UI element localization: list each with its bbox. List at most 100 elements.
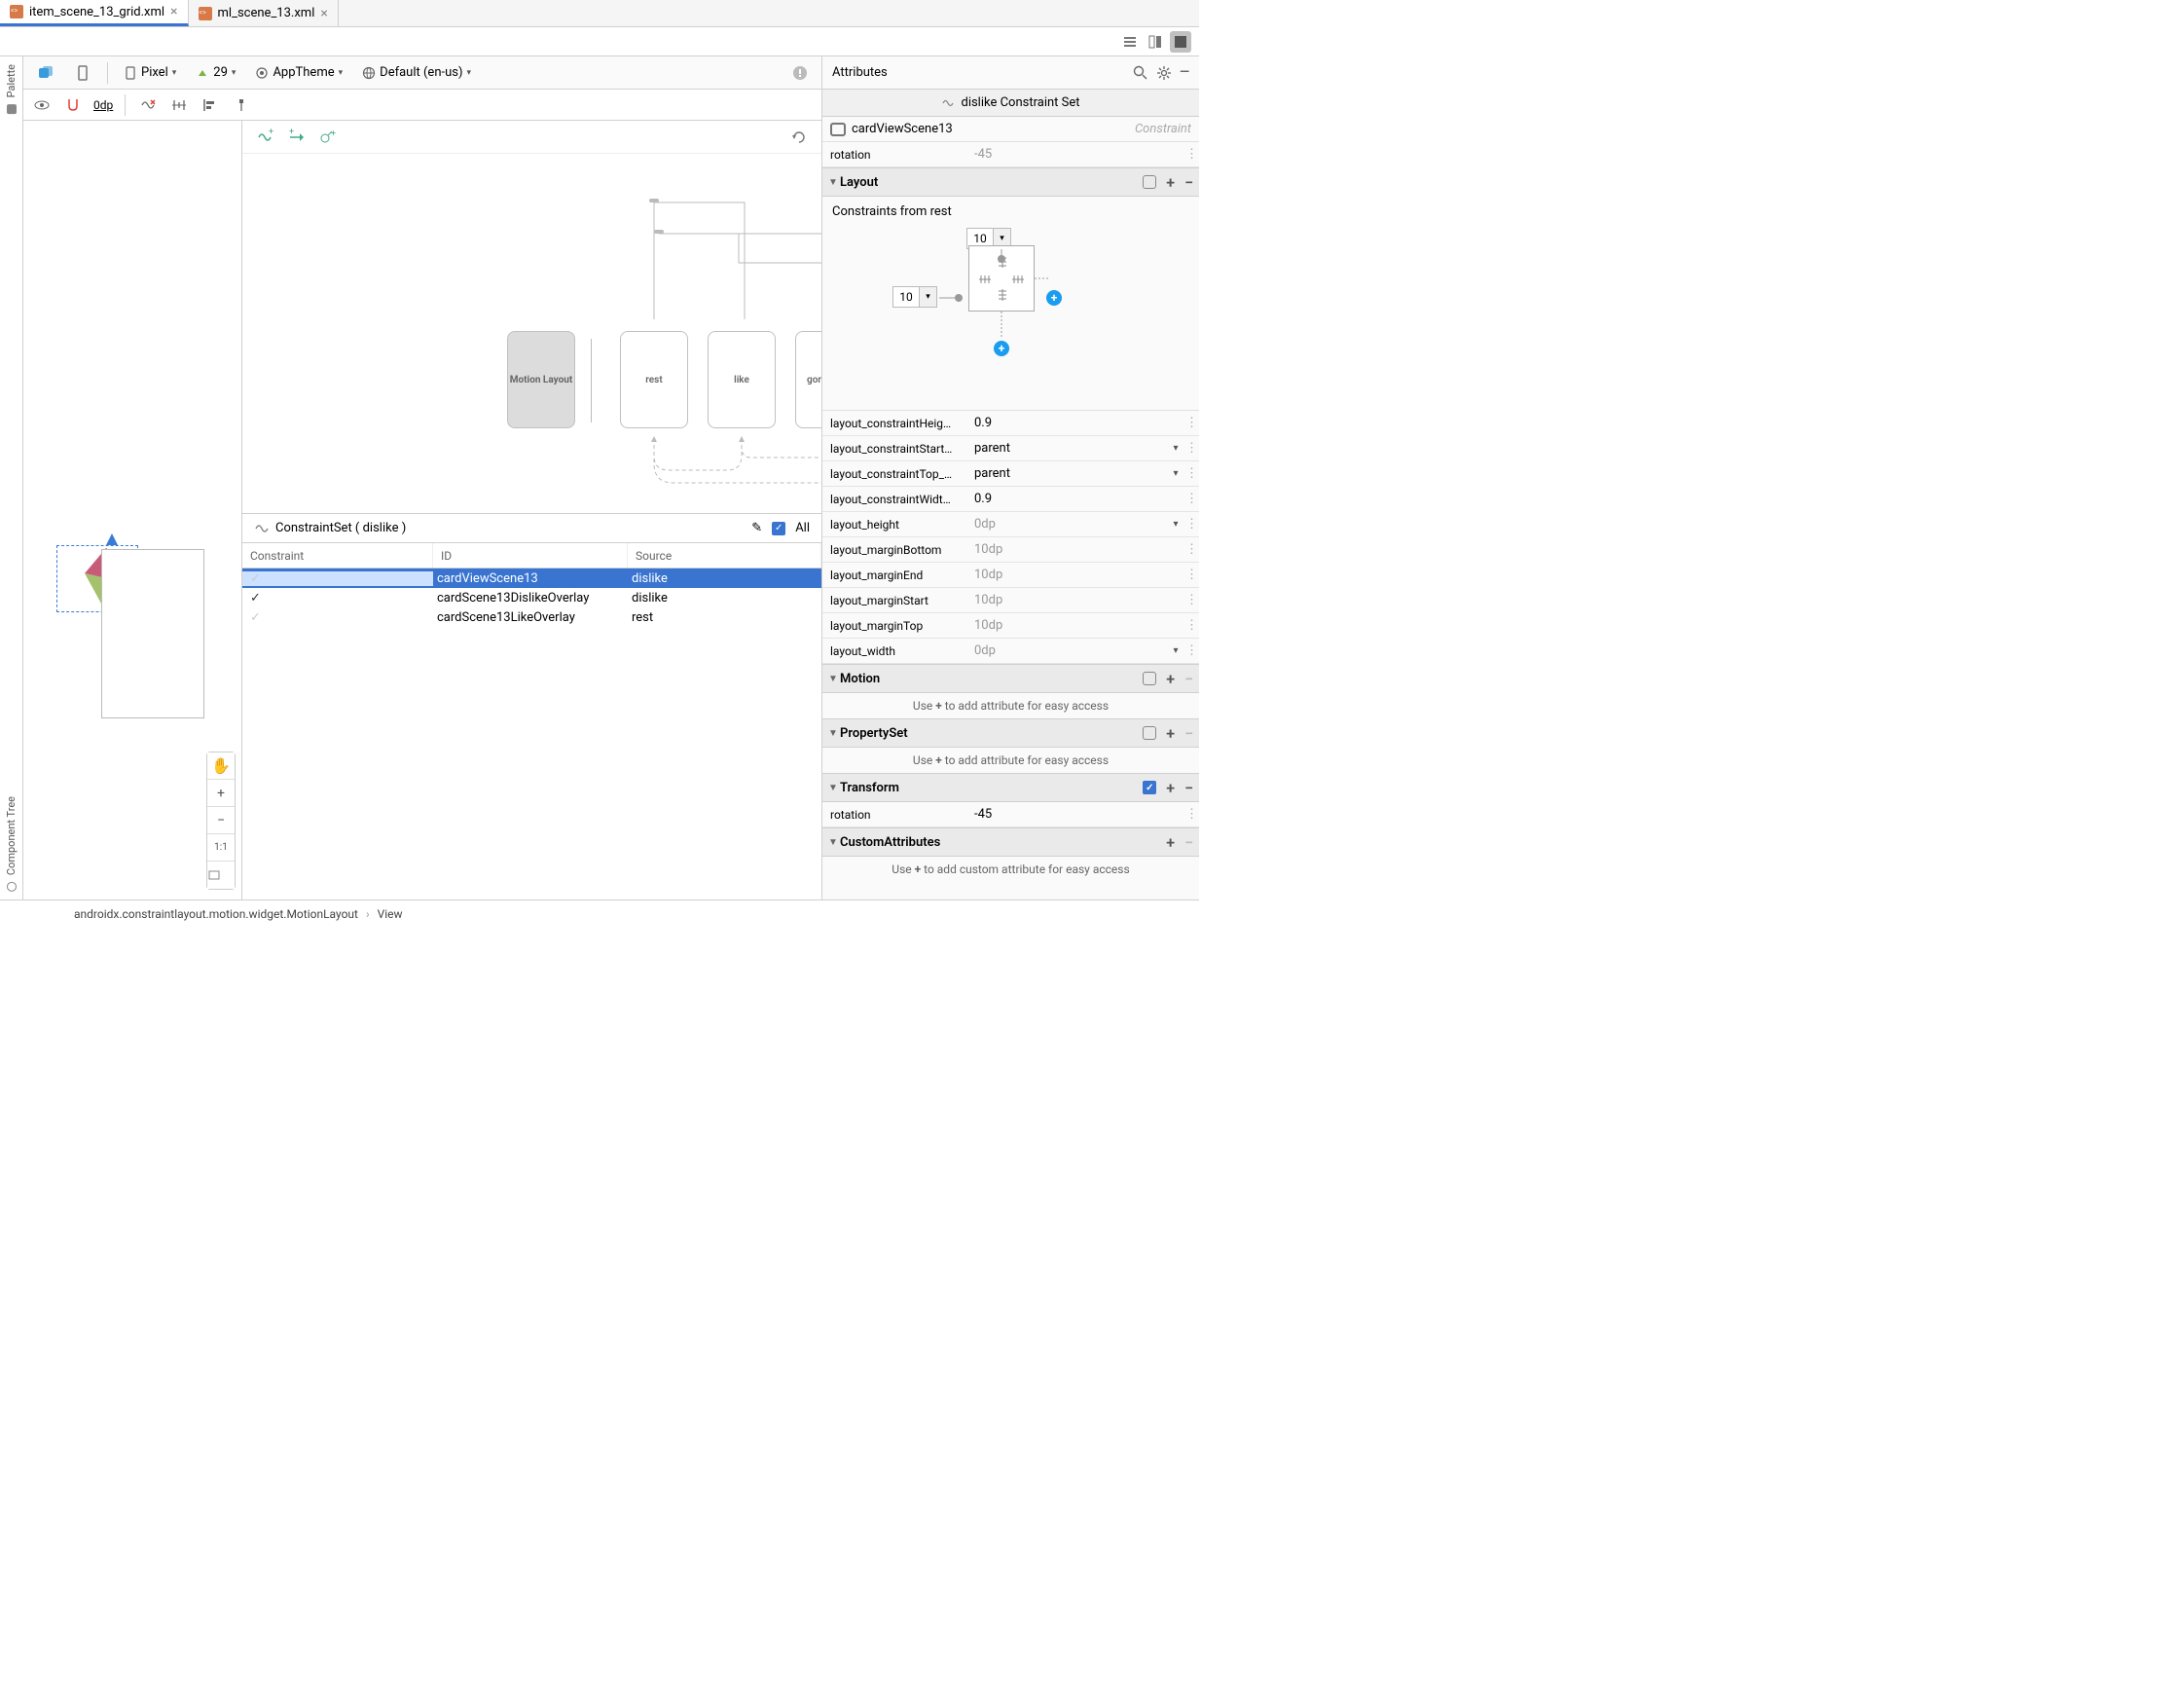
more-icon[interactable]: ⋮ — [1185, 441, 1199, 456]
split-view-button[interactable] — [1145, 31, 1166, 53]
section-layout[interactable]: ▼ Layout + − — [822, 167, 1199, 197]
tab-ml-scene-13[interactable]: ml_scene_13.xml × — [189, 0, 339, 26]
add-icon[interactable]: + — [1166, 724, 1175, 743]
add-icon[interactable]: + — [1166, 833, 1175, 852]
attr-input[interactable] — [974, 517, 1158, 532]
remove-icon[interactable]: − — [1184, 779, 1193, 797]
infer-constraints-button[interactable] — [168, 94, 190, 116]
all-checkbox[interactable]: ✓ — [772, 522, 785, 535]
add-constraint-right[interactable]: + — [1046, 290, 1062, 306]
attr-input[interactable] — [974, 643, 1158, 658]
add-icon[interactable]: + — [1166, 670, 1175, 688]
state-goneright[interactable]: goneRight — [795, 331, 821, 428]
more-icon[interactable]: ⋮ — [1185, 618, 1199, 633]
design-view-button[interactable] — [1170, 31, 1191, 53]
remove-icon[interactable]: − — [1184, 724, 1193, 743]
theme-select[interactable]: AppTheme▾ — [249, 62, 348, 83]
add-constraintset-button[interactable]: + — [254, 127, 275, 148]
more-icon[interactable]: ⋮ — [1185, 593, 1199, 607]
remove-icon[interactable]: − — [1184, 173, 1193, 192]
margin-left-input[interactable]: ▾ — [892, 286, 939, 308]
section-propertyset[interactable]: ▼PropertySet +− — [822, 718, 1199, 748]
more-icon[interactable]: ⋮ — [1185, 147, 1199, 162]
attr-input[interactable] — [974, 492, 1178, 506]
table-row[interactable]: ✓ cardScene13LikeOverlay rest — [242, 607, 821, 627]
palette-button[interactable]: Palette — [5, 64, 18, 114]
more-icon[interactable]: ⋮ — [1185, 568, 1199, 582]
add-icon[interactable]: + — [1166, 173, 1175, 192]
breadcrumb-item[interactable]: androidx.constraintlayout.motion.widget.… — [74, 907, 358, 921]
align-button[interactable] — [200, 94, 221, 116]
attr-input[interactable] — [974, 568, 1178, 582]
zoom-in-button[interactable]: + — [207, 780, 235, 807]
breadcrumb-item[interactable]: View — [378, 907, 403, 921]
close-icon[interactable]: × — [320, 6, 327, 21]
orientation-button[interactable] — [68, 61, 97, 85]
code-view-button[interactable] — [1119, 31, 1141, 53]
attr-input[interactable] — [974, 466, 1158, 481]
dropdown-icon[interactable]: ▾ — [1166, 645, 1185, 656]
section-checkbox[interactable] — [1143, 726, 1156, 740]
col-constraint[interactable]: Constraint — [242, 543, 433, 568]
more-icon[interactable]: ⋮ — [1185, 517, 1199, 532]
section-checkbox[interactable]: ✓ — [1143, 781, 1156, 794]
cycle-button[interactable] — [788, 127, 810, 148]
motionlayout-card[interactable]: Motion Layout — [507, 331, 575, 428]
section-checkbox[interactable] — [1143, 175, 1156, 189]
remove-icon[interactable]: − — [1184, 670, 1193, 688]
view-options-button[interactable] — [31, 94, 53, 116]
zoom-1to1-button[interactable]: 1:1 — [207, 834, 235, 862]
api-select[interactable]: 29▾ — [190, 62, 241, 83]
dropdown-icon[interactable]: ▾ — [1166, 519, 1185, 530]
attr-input[interactable] — [974, 618, 1178, 633]
tab-item-scene-13[interactable]: item_scene_13_grid.xml × — [0, 0, 189, 26]
component-tree-button[interactable]: Component Tree — [5, 796, 18, 892]
col-source[interactable]: Source — [628, 543, 821, 568]
add-transition-button[interactable]: + — [285, 127, 307, 148]
state-like[interactable]: like — [708, 331, 776, 428]
more-icon[interactable]: ⋮ — [1185, 466, 1199, 481]
table-row[interactable]: ✓ cardScene13DislikeOverlay dislike — [242, 588, 821, 607]
guidelines-button[interactable] — [231, 94, 252, 116]
state-rest[interactable]: rest — [620, 331, 688, 428]
attr-input[interactable] — [974, 441, 1158, 456]
more-icon[interactable]: ⋮ — [1185, 643, 1199, 658]
section-customattributes[interactable]: ▼CustomAttributes +− — [822, 827, 1199, 857]
locale-select[interactable]: Default (en-us)▾ — [356, 62, 477, 83]
more-icon[interactable]: ⋮ — [1185, 807, 1199, 822]
attr-input[interactable] — [974, 593, 1178, 607]
surfaces-button[interactable] — [31, 61, 60, 85]
search-icon[interactable] — [1133, 65, 1148, 81]
table-row[interactable]: ✓ cardViewScene13 dislike — [242, 569, 821, 588]
motion-canvas[interactable]: Motion Layout rest like goneRight dislik… — [242, 154, 821, 514]
more-icon[interactable]: ⋮ — [1185, 416, 1199, 430]
pan-button[interactable]: ✋ — [207, 752, 235, 780]
collapse-icon[interactable]: — — [1180, 65, 1189, 81]
default-margin[interactable]: 0dp — [93, 98, 113, 112]
edit-icon[interactable]: ✎ — [751, 521, 762, 535]
dropdown-icon[interactable]: ▾ — [1166, 443, 1185, 454]
section-motion[interactable]: ▼Motion +− — [822, 664, 1199, 693]
zoom-fit-button[interactable] — [207, 862, 235, 889]
attr-input[interactable] — [974, 542, 1178, 557]
more-icon[interactable]: ⋮ — [1185, 542, 1199, 557]
rotation-input[interactable] — [974, 147, 1178, 162]
autoconnect-button[interactable] — [62, 94, 84, 116]
warnings-button[interactable] — [786, 62, 814, 84]
col-id[interactable]: ID — [433, 543, 628, 568]
zoom-out-button[interactable]: − — [207, 807, 235, 834]
attr-input[interactable] — [974, 416, 1178, 430]
dropdown-icon[interactable]: ▾ — [1166, 468, 1185, 479]
close-icon[interactable]: × — [170, 4, 177, 19]
device-select[interactable]: Pixel▾ — [118, 62, 182, 83]
section-checkbox[interactable] — [1143, 672, 1156, 685]
add-click-button[interactable]: + — [316, 127, 338, 148]
settings-icon[interactable] — [1156, 65, 1172, 81]
remove-icon[interactable]: − — [1184, 833, 1193, 852]
constraint-anchor-top[interactable] — [998, 255, 1005, 263]
more-icon[interactable]: ⋮ — [1185, 492, 1199, 506]
clear-constraints-button[interactable] — [137, 94, 159, 116]
attr-input[interactable] — [974, 807, 1178, 822]
section-transform[interactable]: ▼Transform ✓+− — [822, 773, 1199, 802]
add-icon[interactable]: + — [1166, 779, 1175, 797]
